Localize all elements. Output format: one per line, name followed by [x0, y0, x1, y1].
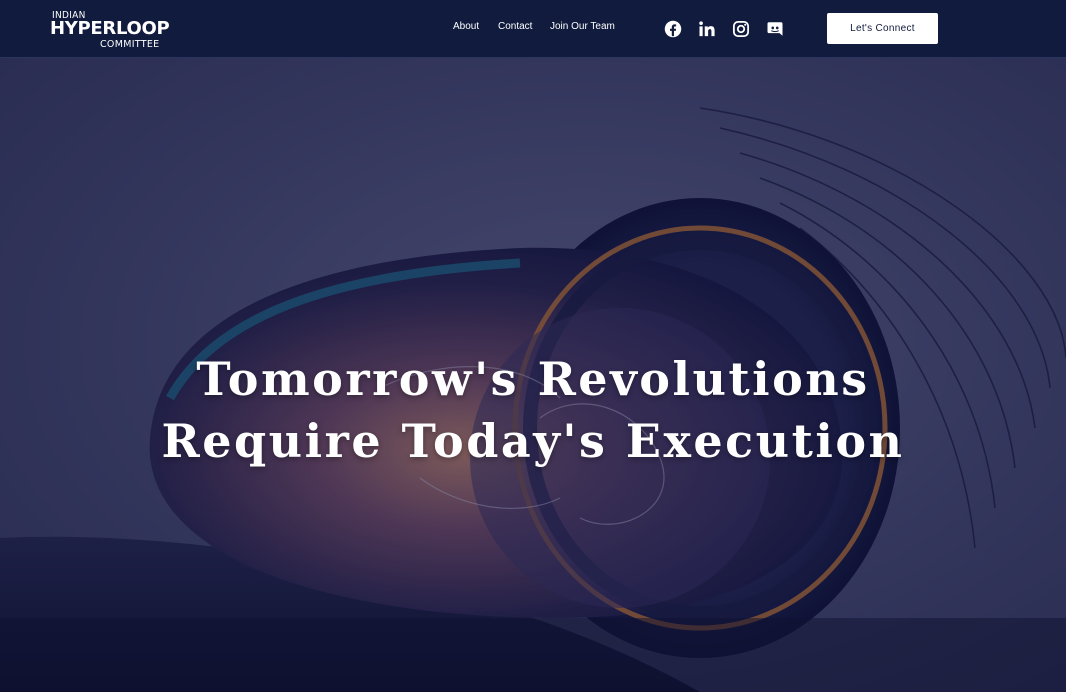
- hero-section: Tomorrow's Revolutions Require Today's E…: [0, 58, 1066, 692]
- hero-title-line-1: Tomorrow's Revolutions: [196, 352, 870, 406]
- hero-title: Tomorrow's Revolutions Require Today's E…: [0, 348, 1066, 472]
- navbar: INDIAN HYPERLOOP COMMITTEE About Contact…: [0, 0, 1066, 58]
- site-logo[interactable]: INDIAN HYPERLOOP COMMITTEE: [50, 10, 170, 52]
- facebook-icon[interactable]: [664, 20, 682, 38]
- logo-line-committee: COMMITTEE: [100, 39, 160, 50]
- hero-title-line-2: Require Today's Execution: [161, 414, 905, 468]
- lets-connect-button[interactable]: Let's Connect: [827, 13, 938, 44]
- discord-icon[interactable]: [766, 20, 784, 38]
- nav-link-about[interactable]: About: [453, 20, 479, 34]
- nav-link-join-our-team[interactable]: Join Our Team: [550, 20, 615, 34]
- logo-line-hyperloop: HYPERLOOP: [50, 18, 170, 39]
- linkedin-icon[interactable]: [698, 20, 716, 38]
- instagram-icon[interactable]: [732, 20, 750, 38]
- nav-link-contact[interactable]: Contact: [498, 20, 532, 34]
